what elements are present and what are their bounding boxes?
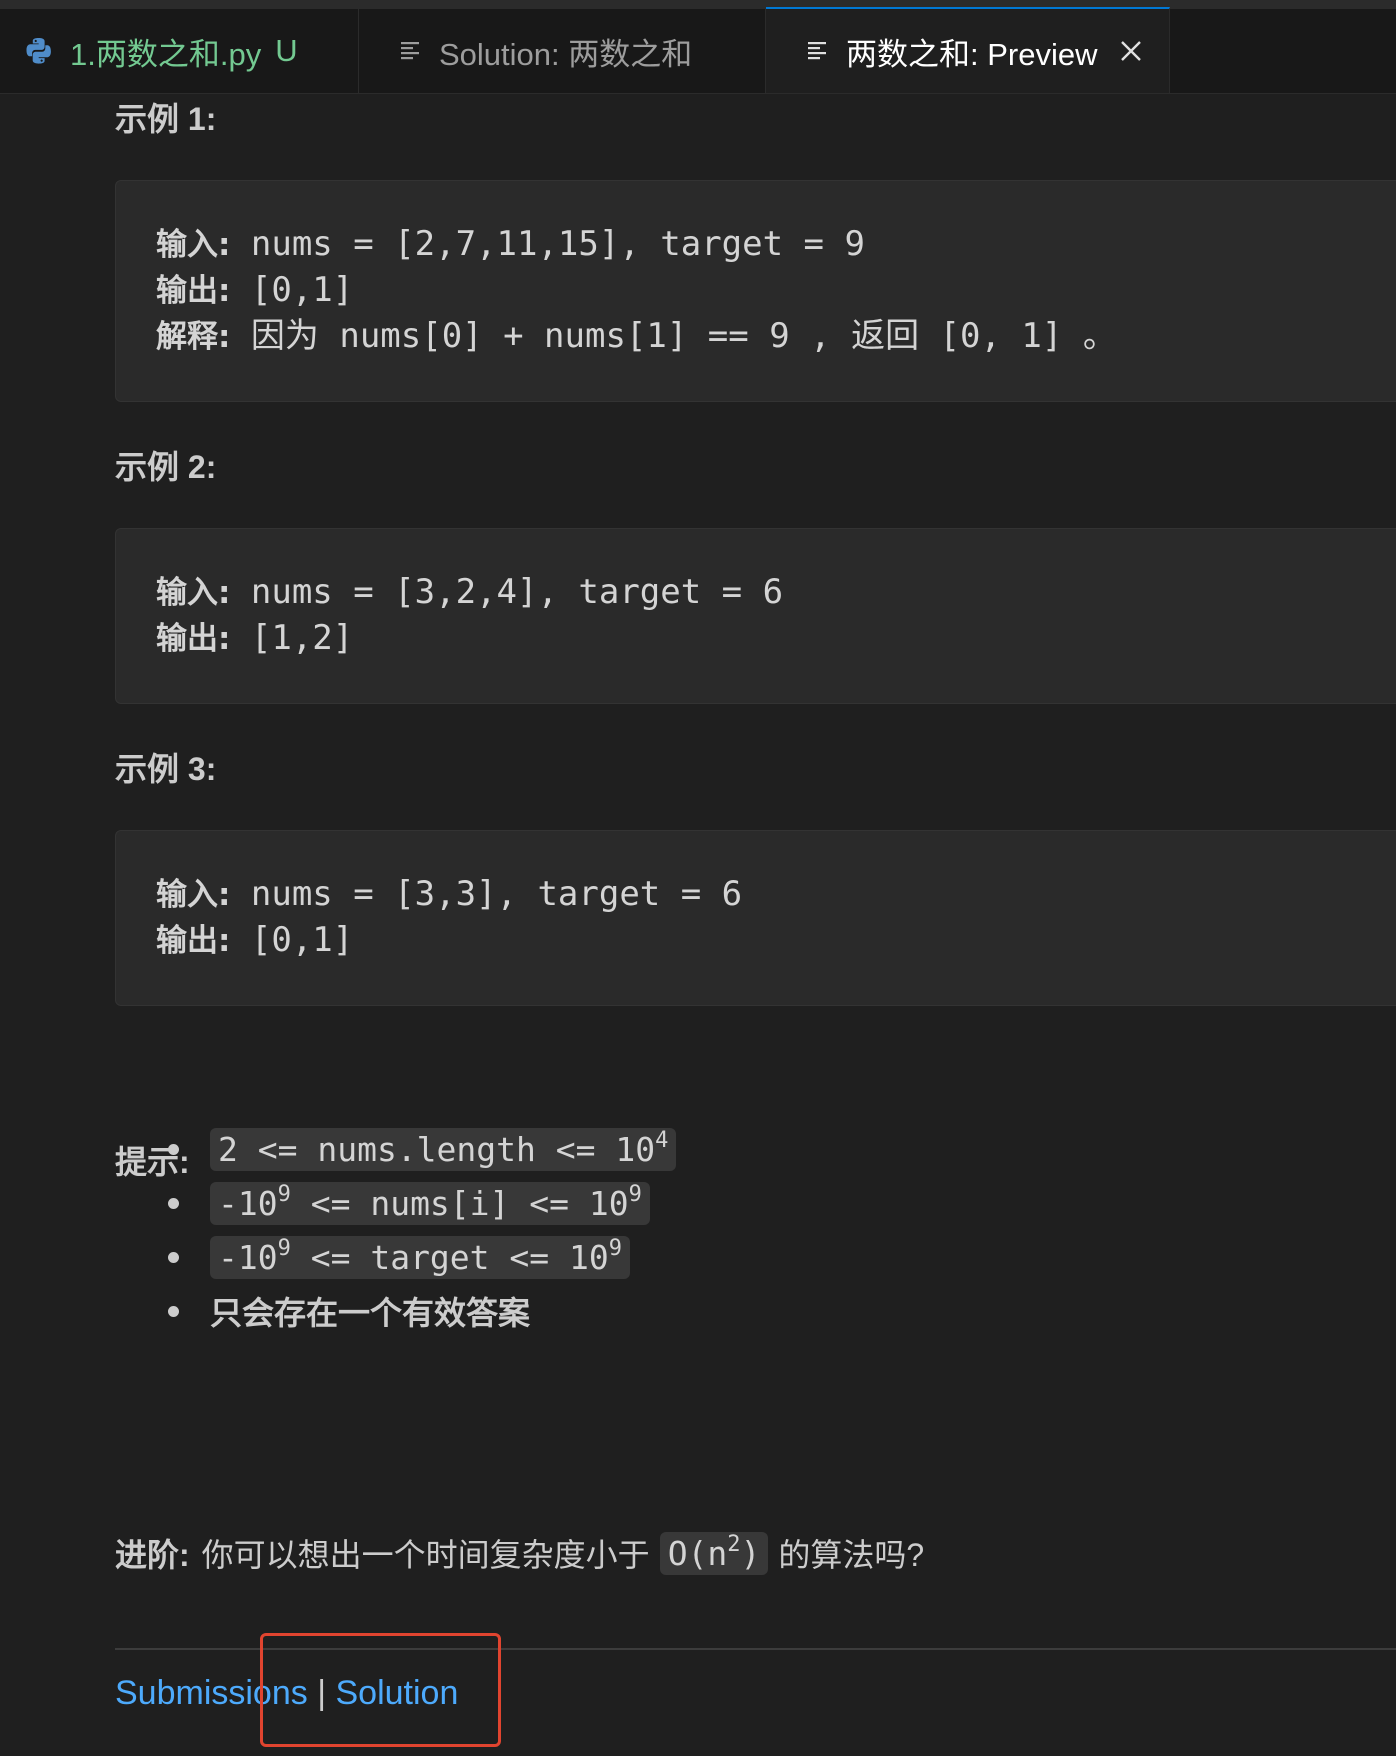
code-value: nums = [3,2,4], target = 6 [230,572,784,612]
example-2-heading: 示例 2: [115,449,217,485]
tab-label: 1.两数之和.py [70,36,262,72]
code-text: <= nums[i] <= 10 [290,1183,629,1223]
tab-solution[interactable]: Solution: 两数之和 [359,9,766,93]
code-value: [1,2] [230,618,354,658]
follow-up-text: 的算法吗? [778,1537,925,1573]
exponent: 4 [655,1127,669,1153]
code-value: nums = [3,3], target = 6 [230,874,743,914]
python-icon [26,38,51,64]
tab-python-file[interactable]: 1.两数之和.py U [0,9,359,93]
example-3-code-block: 输入: nums = [3,3], target = 6 输出: [0,1] [115,830,1396,1006]
code-line: 解释: 因为 nums[0] + nums[1] == 9 , 返回 [0, 1… [156,313,1396,359]
bullet-icon [168,1197,179,1209]
code-line: 输入: nums = [3,3], target = 6 [156,871,1396,917]
list-item: -109 <= nums[i] <= 109 [168,1176,676,1230]
example-3-heading: 示例 3: [115,751,217,787]
bullet-icon [168,1251,179,1263]
list-item: -109 <= target <= 109 [168,1230,676,1284]
code-value: nums = [2,7,11,15], target = 9 [230,224,865,264]
code-line: 输出: [1,2] [156,615,1396,661]
example-1-code-block: 输入: nums = [2,7,11,15], target = 9 输出: [… [115,180,1396,402]
example-1-heading: 示例 1: [115,101,217,137]
preview-doc-icon [808,42,826,60]
hints-list: 2 <= nums.length <= 104 -109 <= nums[i] … [168,1122,677,1338]
code-text: ) [740,1533,761,1573]
code-line: 输出: [0,1] [156,917,1396,963]
follow-up-text: 你可以想出一个时间复杂度小于 [201,1537,650,1573]
tab-label: Solution: 两数之和 [439,36,693,72]
example-2-code-block: 输入: nums = [3,2,4], target = 6 输出: [1,2] [115,528,1396,704]
code-text: -10 [218,1183,278,1223]
code-line: 输入: nums = [2,7,11,15], target = 9 [156,221,1396,267]
exponent: 9 [277,1181,291,1207]
code-text: 2 <= nums.length <= 10 [218,1129,656,1169]
code-value: 因为 nums[0] + nums[1] == 9 , 返回 [0, 1] 。 [230,316,1117,356]
preview-doc-icon [401,42,419,60]
exponent: 9 [608,1235,622,1261]
exponent: 9 [628,1181,642,1207]
follow-up-label: 进阶: [115,1537,190,1573]
code-text: -10 [218,1237,278,1277]
code-line: 输出: [0,1] [156,267,1396,313]
code-line: 输入: nums = [3,2,4], target = 6 [156,569,1396,615]
preview-content: 示例 1: 输入: nums = [2,7,11,15], target = 9… [0,94,1396,1756]
exponent: 2 [727,1531,741,1557]
close-icon[interactable] [1117,37,1145,65]
code-text: <= target <= 10 [290,1237,609,1277]
inline-code: O(n2) [659,1531,769,1575]
exponent: 9 [277,1235,291,1261]
code-key: 输出: [156,923,231,959]
inline-code: -109 <= target <= 109 [210,1235,630,1279]
hint-text: 只会存在一个有效答案 [210,1295,531,1331]
list-item: 只会存在一个有效答案 [168,1284,676,1338]
code-key: 解释: [156,319,231,355]
code-key: 输入: [156,877,231,913]
code-key: 输出: [156,621,231,657]
code-key: 输入: [156,227,231,263]
bullet-icon [168,1305,179,1317]
list-item: 2 <= nums.length <= 104 [168,1122,677,1176]
code-key: 输入: [156,575,231,611]
annotation-highlight-box [260,1633,501,1747]
bullet-icon [168,1143,179,1155]
code-value: [0,1] [230,920,354,960]
tab-preview-active[interactable]: 两数之和: Preview [766,7,1170,93]
code-value: [0,1] [230,270,354,310]
code-text: O(n [667,1533,728,1573]
editor-tab-bar: 1.两数之和.py U Solution: 两数之和 两数之和: Preview [0,0,1396,94]
untracked-status-badge: U [275,33,298,68]
inline-code: -109 <= nums[i] <= 109 [210,1181,650,1225]
tab-label: 两数之和: Preview [846,36,1098,72]
inline-code: 2 <= nums.length <= 104 [210,1127,677,1171]
follow-up-paragraph: 进阶: 你可以想出一个时间复杂度小于 O(n2) 的算法吗? [115,1530,924,1576]
code-key: 输出: [156,273,231,309]
